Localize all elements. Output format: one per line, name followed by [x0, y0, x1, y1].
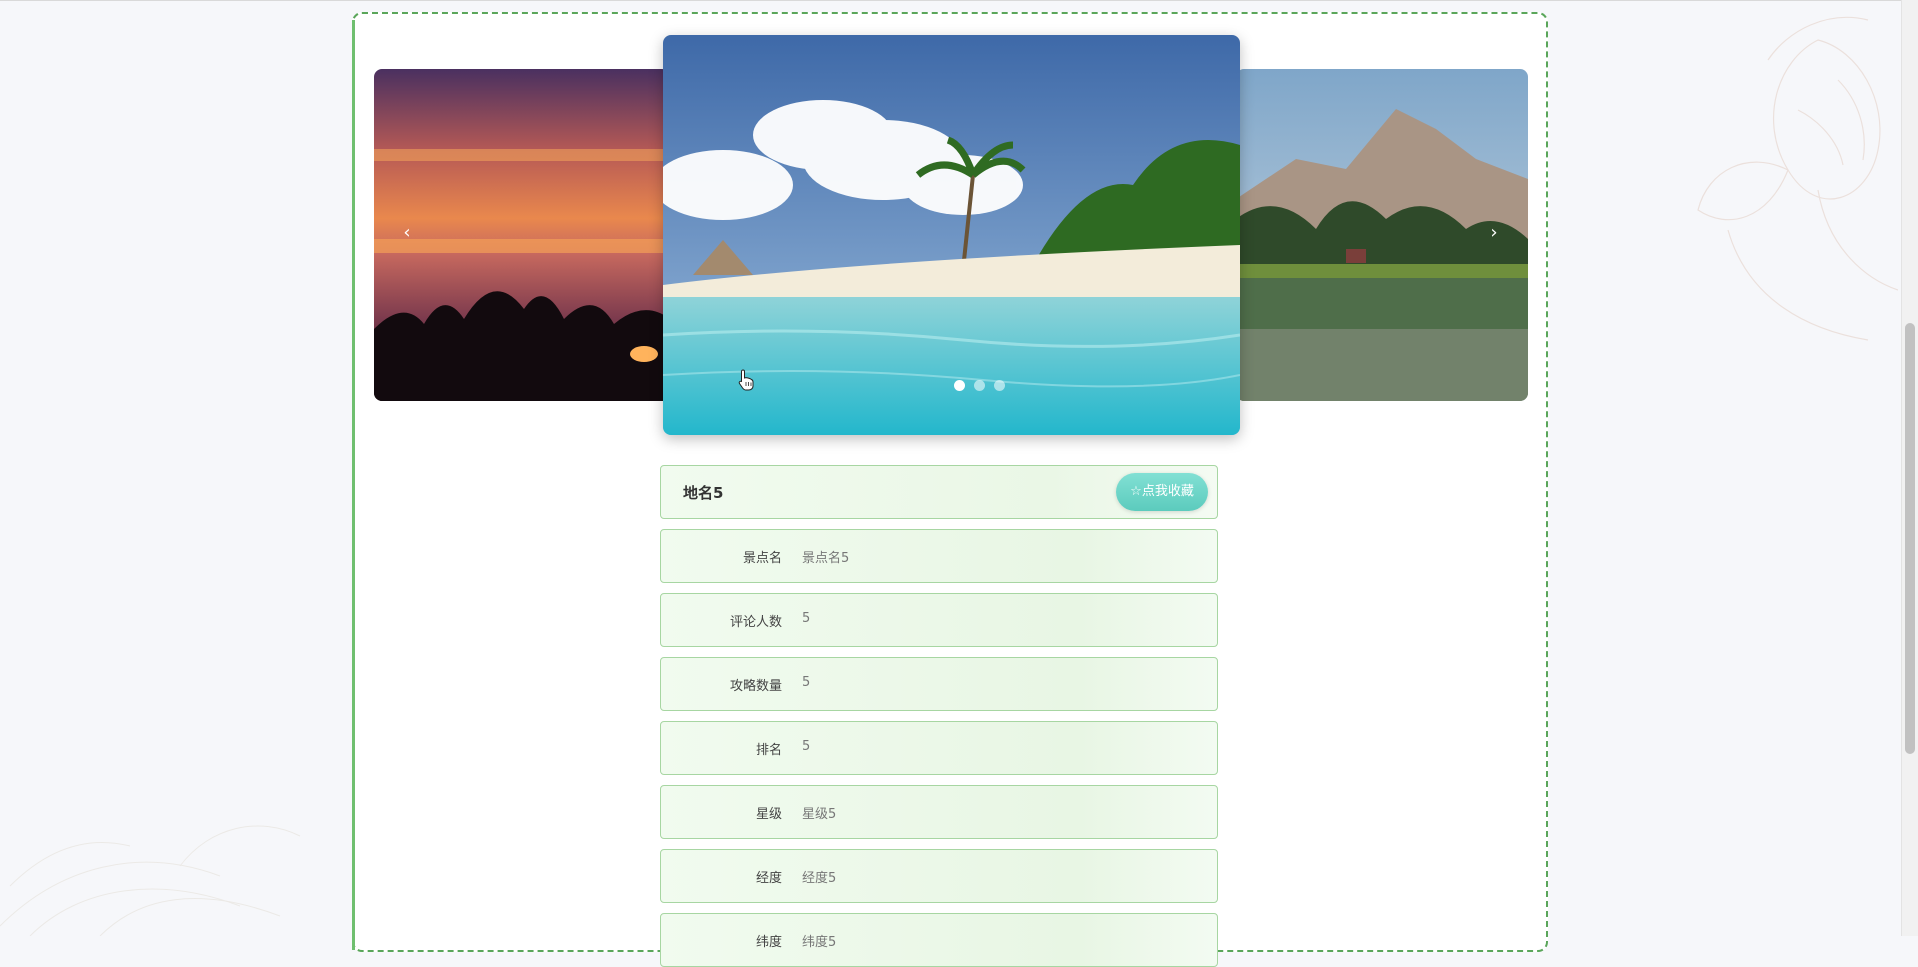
info-row-scenic-name: 景点名 景点名5: [660, 529, 1218, 583]
info-row-latitude: 纬度 纬度5: [660, 913, 1218, 967]
info-label: 排名: [755, 743, 782, 758]
info-label: 攻略数量: [729, 679, 782, 694]
hand-cursor-icon: [738, 369, 754, 391]
carousel-indicators: [954, 380, 1005, 391]
info-value: 经度5: [802, 871, 837, 886]
carousel-next-arrow[interactable]: ›: [1484, 222, 1504, 243]
info-value: 景点名5: [802, 551, 850, 566]
info-value: 5: [802, 611, 811, 626]
info-row-ranking: 排名 5: [660, 721, 1218, 775]
carousel-dot-1[interactable]: [954, 380, 965, 391]
place-title: 地名5: [683, 484, 724, 502]
scrollbar-thumb[interactable]: [1905, 323, 1915, 754]
flower-decoration: [1697, 16, 1898, 341]
sunset-image: [374, 69, 670, 401]
info-value: 5: [802, 739, 811, 754]
info-value: 星级5: [802, 807, 837, 822]
info-row-longitude: 经度 经度5: [660, 849, 1218, 903]
page-scrollbar[interactable]: [1901, 0, 1918, 936]
carousel-prev-arrow[interactable]: ‹: [397, 222, 417, 243]
info-row-guide-count: 攻略数量 5: [660, 657, 1218, 711]
leaf-decoration: [0, 825, 301, 936]
info-label: 景点名: [742, 551, 782, 566]
info-value: 5: [802, 675, 811, 690]
favorite-button[interactable]: ☆点我收藏: [1116, 473, 1208, 511]
info-label: 经度: [755, 871, 782, 886]
info-row-star-level: 星级 星级5: [660, 785, 1218, 839]
info-label: 纬度: [755, 935, 782, 950]
carousel-dot-2[interactable]: [974, 380, 985, 391]
info-label: 评论人数: [729, 615, 782, 630]
carousel-dot-3[interactable]: [994, 380, 1005, 391]
info-label: 星级: [755, 807, 782, 822]
info-row-comment-count: 评论人数 5: [660, 593, 1218, 647]
carousel-slide-prev[interactable]: [374, 69, 670, 401]
info-value: 纬度5: [802, 935, 837, 950]
detail-title-row: 地名5 ☆点我收藏: [660, 465, 1218, 519]
top-divider: [0, 0, 1918, 1]
